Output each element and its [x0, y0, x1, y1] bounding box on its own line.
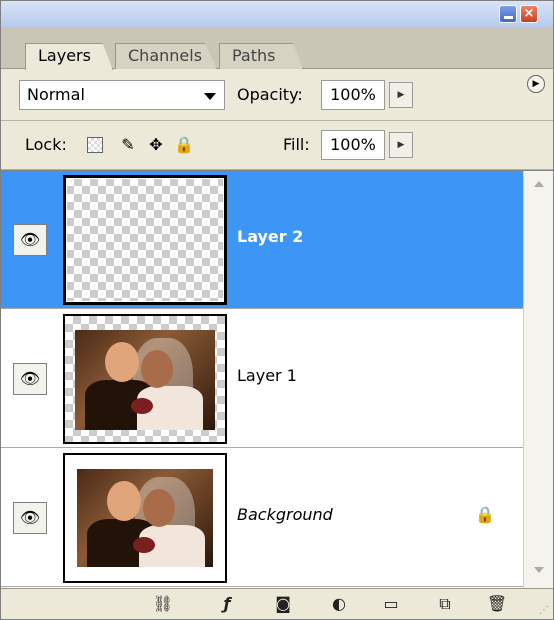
lock-transparent-pixels-icon[interactable]	[87, 137, 103, 153]
eye-icon[interactable]: 👁	[13, 224, 47, 256]
blend-opacity-row: Normal Opacity: 100% ▶	[1, 69, 553, 121]
layers-panel: × Layers Channels Paths ▶ Normal Opacity…	[0, 0, 554, 620]
layers-bottom-toolbar: ⛓ ƒ ◙ ◐ ▭ ⧉ 🗑 ⋰	[1, 588, 553, 619]
layer-row-layer-1[interactable]: 👁 Layer 1	[1, 310, 523, 448]
layer-row-layer-2[interactable]: 👁 Layer 2	[1, 171, 523, 309]
chevron-down-icon	[204, 93, 216, 100]
adjustment-layer-icon[interactable]: ◐	[327, 593, 351, 615]
trash-icon[interactable]: 🗑	[485, 593, 509, 615]
new-layer-icon[interactable]: ⧉	[433, 593, 457, 615]
link-layers-icon[interactable]: ⛓	[151, 593, 175, 615]
wedding-photo-thumbnail	[77, 469, 213, 567]
fill-input[interactable]: 100%	[321, 130, 385, 160]
layers-list: 👁 Layer 2 👁 Layer 1 👁 Background 🔒	[1, 170, 553, 589]
opacity-slider-button[interactable]: ▶	[389, 82, 413, 108]
layer-thumbnail	[63, 453, 227, 583]
wedding-photo-thumbnail	[75, 330, 215, 430]
padlock-icon: 🔒	[475, 505, 495, 524]
scroll-down-icon[interactable]	[534, 567, 544, 573]
close-button[interactable]: ×	[520, 5, 538, 23]
layer-row-background[interactable]: 👁 Background 🔒	[1, 449, 523, 587]
panel-titlebar: ×	[1, 1, 553, 27]
opacity-label: Opacity:	[237, 85, 303, 104]
layer-thumbnail	[63, 314, 227, 444]
new-group-icon[interactable]: ▭	[379, 593, 403, 615]
lock-image-pixels-icon[interactable]: ✎	[117, 134, 139, 156]
layer-name: Layer 2	[237, 227, 304, 246]
layer-thumbnail	[63, 175, 227, 305]
lock-label: Lock:	[25, 135, 67, 154]
resize-grip-icon[interactable]: ⋰	[539, 605, 549, 616]
lock-fill-row: Lock: ✎ ✥ 🔒 Fill: 100% ▶	[1, 122, 553, 170]
layers-scrollbar[interactable]	[523, 171, 553, 589]
opacity-input[interactable]: 100%	[321, 80, 385, 110]
tab-paths[interactable]: Paths	[219, 43, 303, 69]
lock-all-icon[interactable]: 🔒	[173, 134, 195, 156]
tab-layers[interactable]: Layers	[25, 43, 113, 70]
layer-name: Layer 1	[237, 366, 297, 385]
eye-icon[interactable]: 👁	[13, 502, 47, 534]
layer-name: Background	[237, 505, 333, 524]
blend-mode-value: Normal	[27, 85, 85, 104]
layer-style-icon[interactable]: ƒ	[215, 593, 239, 615]
blend-mode-select[interactable]: Normal	[19, 80, 225, 110]
eye-icon[interactable]: 👁	[13, 363, 47, 395]
fill-slider-button[interactable]: ▶	[389, 132, 413, 158]
tab-channels[interactable]: Channels	[115, 43, 217, 69]
scroll-up-icon[interactable]	[534, 181, 544, 187]
minimize-button[interactable]	[499, 5, 517, 23]
add-mask-icon[interactable]: ◙	[271, 593, 295, 615]
fill-label: Fill:	[283, 135, 310, 154]
lock-position-icon[interactable]: ✥	[145, 134, 167, 156]
tab-row: Layers Channels Paths ▶	[1, 27, 553, 93]
